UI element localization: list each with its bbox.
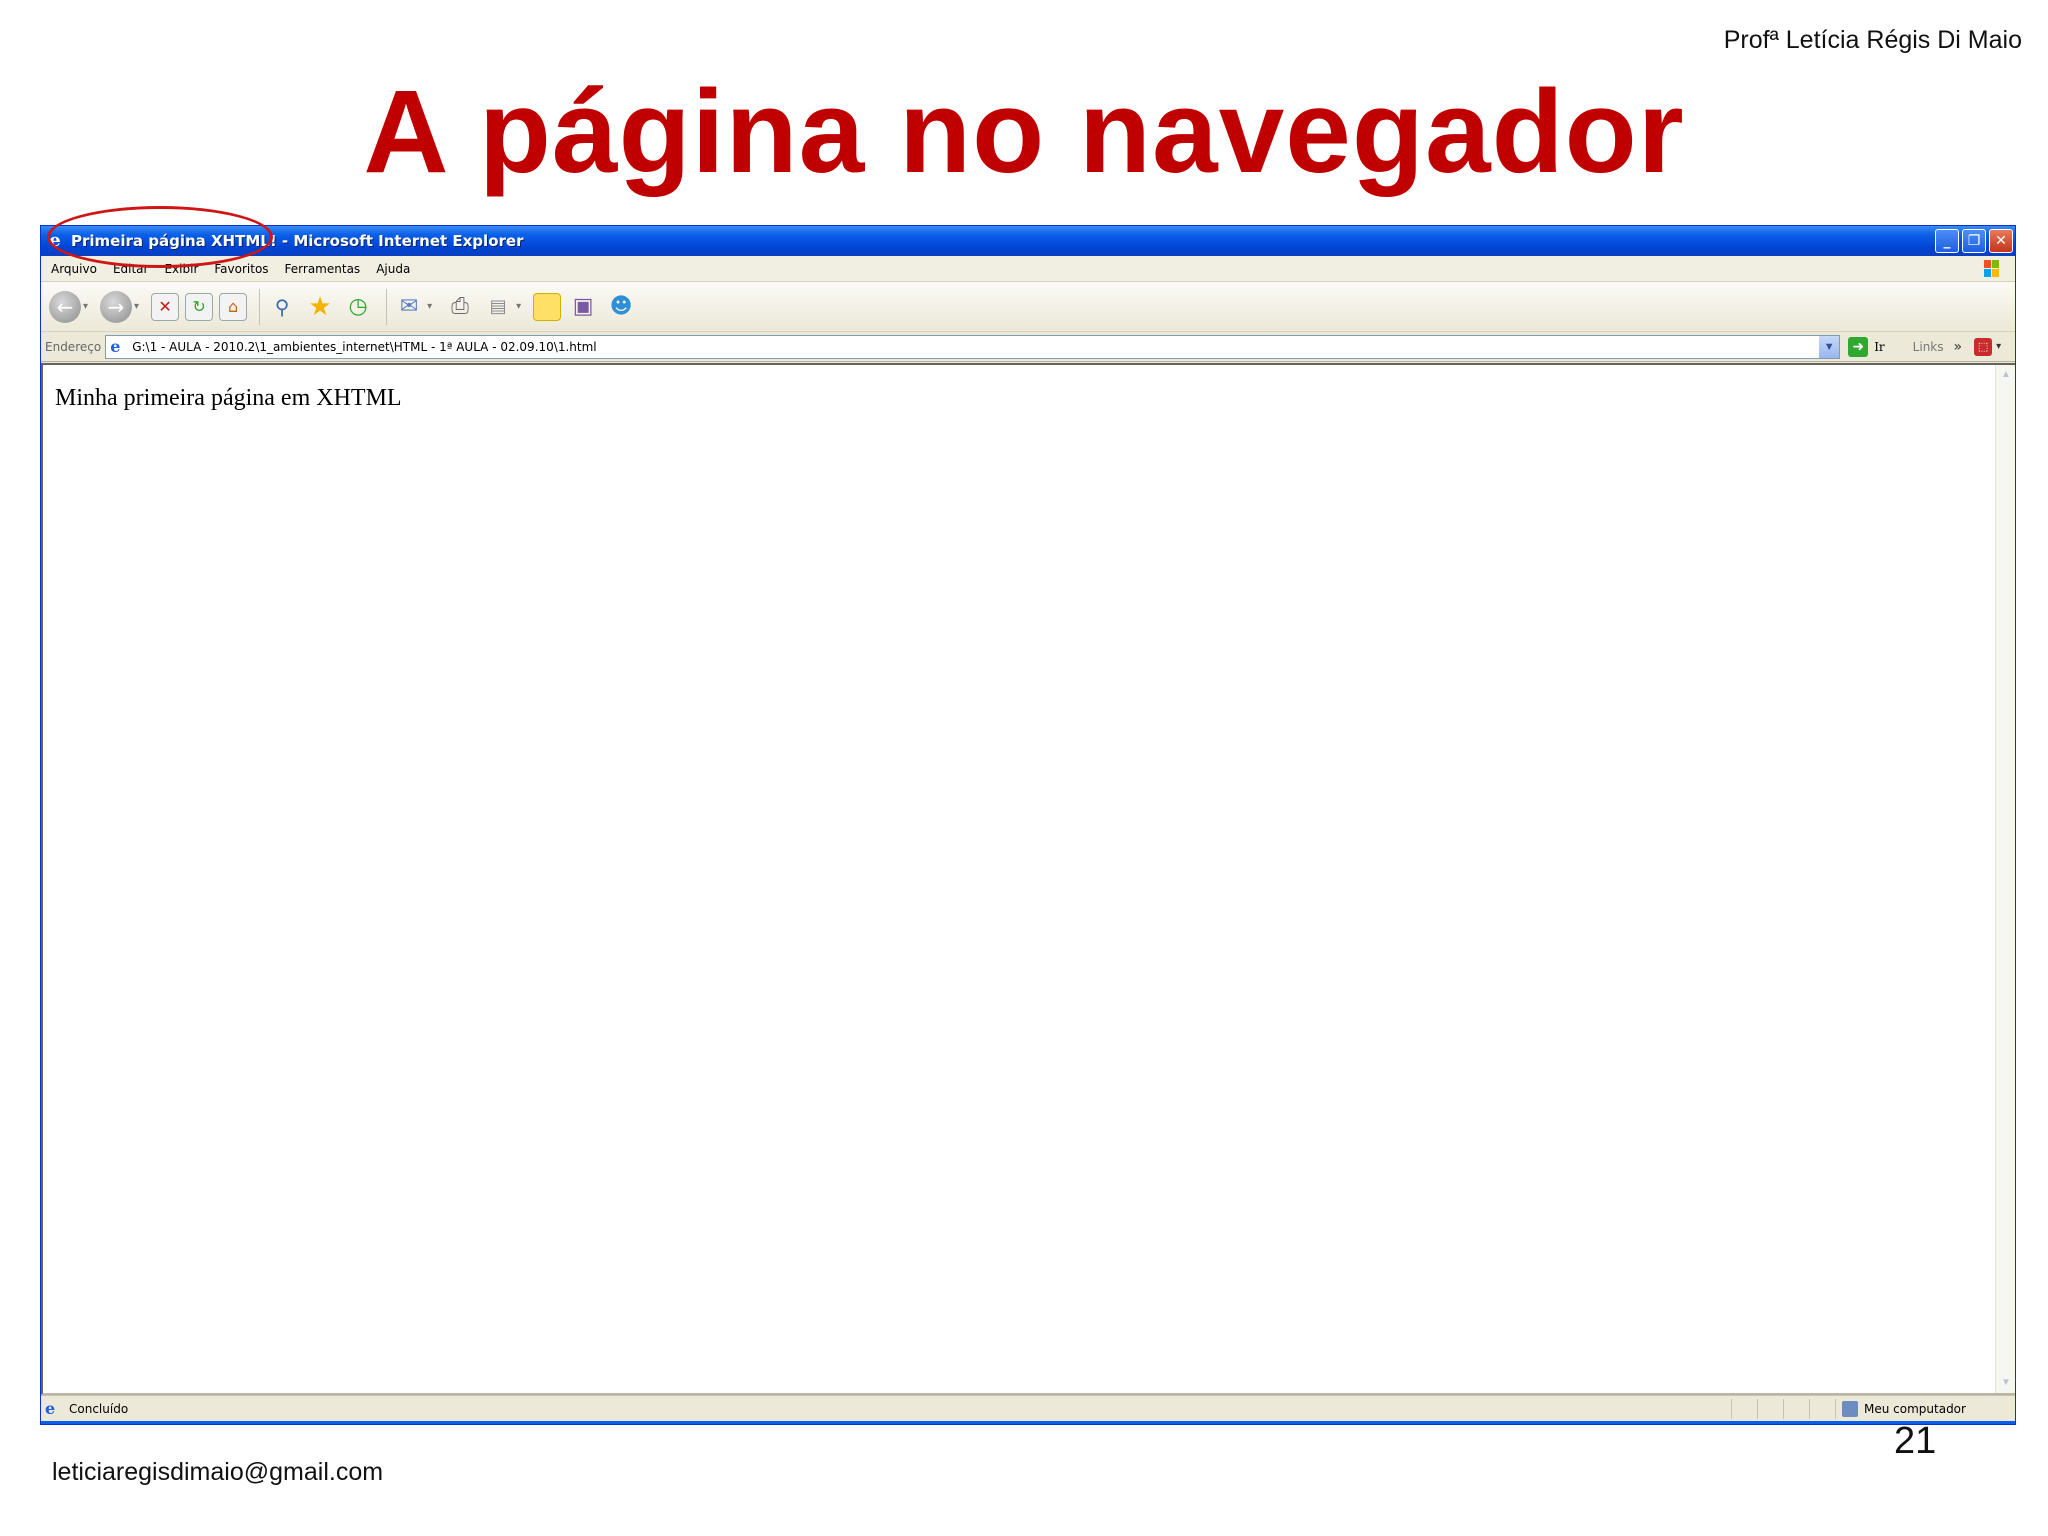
address-input[interactable]: e G:\1 - AULA - 2010.2\1_ambientes_inter… bbox=[105, 334, 1841, 359]
title-highlight-ellipse bbox=[47, 206, 273, 268]
back-dropdown-icon[interactable]: ▾ bbox=[83, 301, 88, 312]
search-icon[interactable]: ⚲ bbox=[266, 291, 298, 323]
window-controls: _ ❐ ✕ bbox=[1935, 229, 2013, 253]
status-page-icon: e bbox=[45, 1398, 56, 1418]
home-icon[interactable]: ⌂ bbox=[219, 292, 248, 321]
zone-label: Meu computador bbox=[1864, 1402, 1966, 1416]
standard-toolbar: ← ▾ → ▾ ✕ ↻ ⌂ ⚲ ★ ◷ ✉ ▾ ⎙ ▤ ▾ ▣ ☻ bbox=[41, 282, 2015, 332]
author-label: Profª Letícia Régis Di Maio bbox=[1723, 26, 2022, 54]
favorites-star-icon[interactable]: ★ bbox=[304, 291, 336, 323]
status-panel bbox=[1757, 1399, 1783, 1419]
status-panel bbox=[1731, 1399, 1757, 1419]
history-icon[interactable]: ◷ bbox=[342, 291, 374, 323]
address-bar: Endereço e G:\1 - AULA - 2010.2\1_ambien… bbox=[41, 332, 2015, 362]
footer-email: leticiaregisdimaio@gmail.com bbox=[52, 1458, 384, 1486]
go-button[interactable]: ➜ Ir bbox=[1848, 336, 1885, 357]
page-number: 21 bbox=[1894, 1420, 1937, 1462]
stop-icon[interactable]: ✕ bbox=[151, 292, 180, 321]
windows-flag-icon bbox=[1984, 260, 1999, 277]
address-value[interactable]: G:\1 - AULA - 2010.2\1_ambientes_interne… bbox=[132, 340, 596, 354]
close-button[interactable]: ✕ bbox=[1989, 229, 2013, 253]
menu-ferramentas[interactable]: Ferramentas bbox=[285, 262, 361, 276]
address-dropdown-icon[interactable]: ▼ bbox=[1819, 335, 1840, 358]
menu-bar: Arquivo Editar Exibir Favoritos Ferramen… bbox=[41, 256, 2015, 282]
minimize-button[interactable]: _ bbox=[1935, 229, 1959, 253]
links-chevron-icon[interactable]: » bbox=[1954, 339, 1963, 355]
menu-ajuda[interactable]: Ajuda bbox=[376, 262, 410, 276]
note-icon[interactable] bbox=[533, 292, 562, 321]
links-button[interactable]: Links bbox=[1913, 340, 1944, 354]
scroll-up-icon[interactable]: ▲ bbox=[1998, 367, 2014, 383]
status-bar: e Concluído Meu computador bbox=[41, 1395, 2015, 1421]
vertical-scrollbar[interactable]: ▲ ▼ bbox=[1995, 365, 2015, 1393]
ie-window: e Primeira página XHTML! - Microsoft Int… bbox=[40, 225, 2016, 1425]
page-icon: e bbox=[110, 336, 121, 356]
edit-dropdown-icon[interactable]: ▾ bbox=[516, 301, 521, 312]
forward-icon[interactable]: → bbox=[100, 290, 133, 323]
address-label: Endereço bbox=[45, 339, 102, 354]
mail-icon[interactable]: ✉ bbox=[393, 291, 425, 323]
window-titlebar[interactable]: e Primeira página XHTML! - Microsoft Int… bbox=[41, 226, 2015, 256]
toolbar-separator bbox=[259, 288, 261, 325]
mail-dropdown-icon[interactable]: ▾ bbox=[427, 301, 432, 312]
status-panel bbox=[1783, 1399, 1809, 1419]
page-content[interactable]: Minha primeira página em XHTML ▲ ▼ bbox=[41, 363, 2015, 1395]
status-panel bbox=[1809, 1399, 1835, 1419]
menu-favoritos[interactable]: Favoritos bbox=[214, 262, 268, 276]
research-icon[interactable]: ▣ bbox=[567, 291, 599, 323]
forward-dropdown-icon[interactable]: ▾ bbox=[134, 301, 139, 312]
security-zone[interactable]: Meu computador bbox=[1835, 1399, 2015, 1419]
status-text: Concluído bbox=[69, 1401, 129, 1416]
go-label: Ir bbox=[1874, 339, 1885, 354]
go-arrow-icon: ➜ bbox=[1848, 336, 1869, 357]
messenger-icon[interactable]: ☻ bbox=[605, 291, 637, 323]
edit-icon[interactable]: ▤ bbox=[482, 291, 514, 323]
status-panels: Meu computador bbox=[1731, 1396, 2015, 1422]
window-bottom-border bbox=[41, 1421, 2015, 1424]
toolbar-separator bbox=[386, 288, 388, 325]
slide-title: A página no navegador bbox=[363, 66, 1685, 198]
page-body-text: Minha primeira página em XHTML bbox=[55, 385, 402, 411]
refresh-icon[interactable]: ↻ bbox=[185, 292, 214, 321]
addon-icon[interactable]: ⬚ bbox=[1974, 337, 1993, 356]
back-icon[interactable]: ← bbox=[49, 290, 81, 323]
menu-arquivo[interactable]: Arquivo bbox=[51, 262, 97, 276]
scroll-down-icon[interactable]: ▼ bbox=[1998, 1375, 2014, 1391]
computer-icon bbox=[1842, 1401, 1858, 1417]
restore-button[interactable]: ❐ bbox=[1962, 229, 1986, 253]
addon-dropdown-icon[interactable]: ▾ bbox=[1996, 341, 2001, 352]
print-icon[interactable]: ⎙ bbox=[444, 291, 476, 323]
